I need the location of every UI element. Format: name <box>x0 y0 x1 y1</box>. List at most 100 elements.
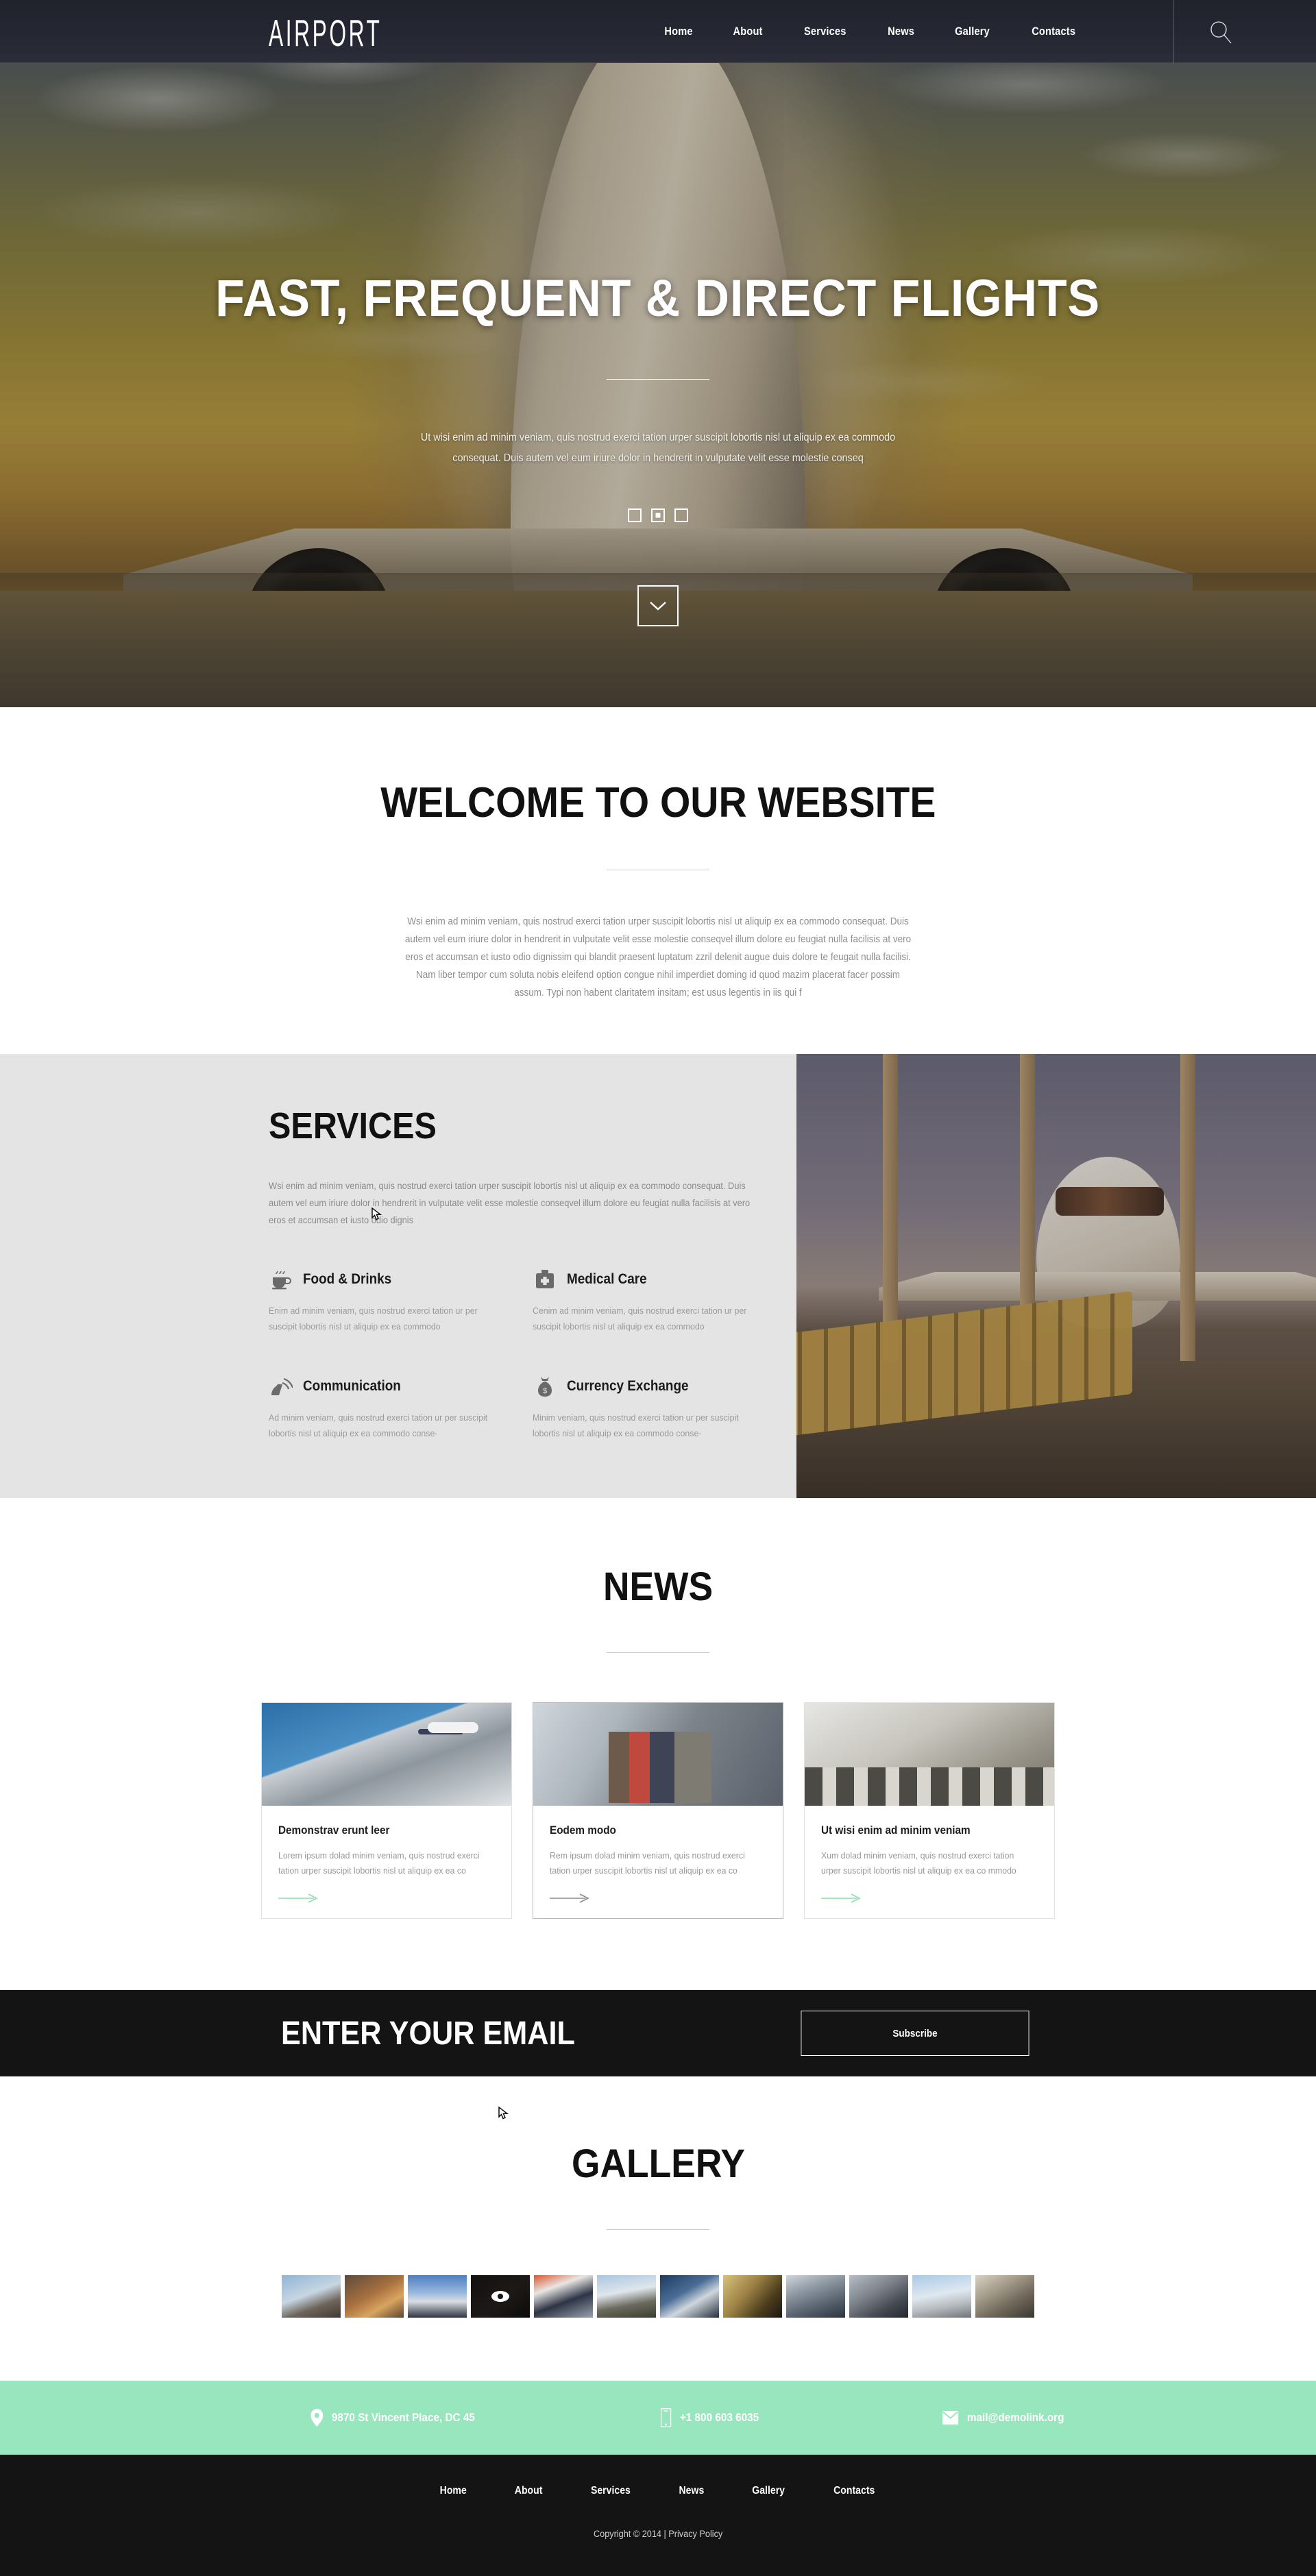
gallery-thumb[interactable] <box>912 2275 971 2318</box>
slider-dot-3[interactable] <box>674 508 688 522</box>
footer-nav-news[interactable]: News <box>659 2485 723 2497</box>
service-title: Food & Drinks <box>303 1271 392 1287</box>
footer-nav-services[interactable]: Services <box>572 2485 650 2497</box>
gallery-thumb[interactable] <box>597 2275 656 2318</box>
gallery-section: GALLERY <box>0 2076 1316 2381</box>
page-root: AIRPORT Home About Services News Gallery… <box>0 0 1316 2576</box>
news-card[interactable]: Eodem modo Rem ipsum dolad minim veniam,… <box>533 1702 783 1919</box>
news-divider <box>607 1652 709 1653</box>
nav-item-home[interactable]: Home <box>649 25 708 38</box>
copyright-text[interactable]: Copyright © 2014 | Privacy Policy <box>594 2529 722 2539</box>
gallery-thumb[interactable] <box>534 2275 593 2318</box>
service-item-currency-exchange[interactable]: $ Currency Exchange Minim veniam, quis n… <box>533 1374 796 1441</box>
money-bag-icon: $ <box>533 1374 557 1399</box>
gallery-thumb[interactable] <box>975 2275 1034 2318</box>
hero-divider <box>607 379 709 380</box>
nav-item-services[interactable]: Services <box>789 25 862 38</box>
news-card-read-more-arrow-icon[interactable] <box>821 1893 861 1903</box>
gallery-thumb[interactable] <box>282 2275 341 2318</box>
gallery-thumb[interactable] <box>723 2275 782 2318</box>
service-heading: $ Currency Exchange <box>533 1374 796 1399</box>
news-card-read-more-arrow-icon[interactable] <box>278 1893 318 1903</box>
scroll-down-button[interactable] <box>637 585 679 626</box>
subscribe-button[interactable]: Subscribe <box>801 2011 1029 2056</box>
gallery-thumb[interactable] <box>786 2275 845 2318</box>
services-grid: Food & Drinks Enim ad minim veniam, quis… <box>269 1267 796 1441</box>
services-photo <box>796 1054 1316 1498</box>
gallery-thumb-hovered[interactable] <box>471 2275 530 2318</box>
news-title: NEWS <box>602 1565 714 1609</box>
news-card-image <box>533 1703 783 1806</box>
service-item-food-drinks[interactable]: Food & Drinks Enim ad minim veniam, quis… <box>269 1267 533 1334</box>
news-card-body: Eodem modo Rem ipsum dolad minim veniam,… <box>533 1806 783 1918</box>
service-heading: Food & Drinks <box>269 1267 533 1292</box>
services-title: SERVICES <box>269 1105 437 1146</box>
gallery-thumb[interactable] <box>660 2275 719 2318</box>
contact-email[interactable]: mail@demolink.org <box>942 2411 1064 2425</box>
footer-nav-gallery[interactable]: Gallery <box>733 2485 804 2497</box>
footer-nav-home[interactable]: Home <box>421 2485 486 2497</box>
hero-title: FAST, FREQUENT & DIRECT FLIGHTS <box>215 269 1101 328</box>
service-title: Communication <box>303 1378 401 1394</box>
news-card-text: Lorem ipsum dolad minim veniam, quis nos… <box>278 1850 480 1876</box>
news-card-text: Xum dolad minim veniam, quis nostrud exe… <box>821 1850 1016 1876</box>
map-pin-icon <box>310 2409 324 2427</box>
service-text: Minim veniam, quis nostrud exerci tation… <box>533 1412 739 1438</box>
phone-icon <box>661 2408 672 2427</box>
svg-text:$: $ <box>543 1387 547 1395</box>
services-photo-tint <box>796 1054 1316 1498</box>
news-card-text: Rem ipsum dolad minim veniam, quis nostr… <box>550 1850 745 1876</box>
news-card-body: Ut wisi enim ad minim veniam Xum dolad m… <box>805 1806 1054 1918</box>
service-heading: Communication <box>269 1374 533 1399</box>
news-card-body: Demonstrav erunt leer Lorem ipsum dolad … <box>262 1806 511 1918</box>
envelope-icon <box>942 2411 959 2425</box>
subscribe-title: ENTER YOUR EMAIL <box>281 2015 575 2052</box>
news-section: NEWS Demonstrav erunt leer Lorem ipsum d… <box>0 1498 1316 1990</box>
site-logo[interactable]: AIRPORT <box>269 12 382 56</box>
footer-nav-contacts[interactable]: Contacts <box>814 2485 894 2497</box>
nav-item-gallery[interactable]: Gallery <box>940 25 1006 38</box>
gallery-title: GALLERY <box>571 2142 745 2186</box>
contact-bar: 9870 St Vincent Place, DC 45 +1 800 603 … <box>0 2381 1316 2455</box>
service-item-medical-care[interactable]: Medical Care Cenim ad minim veniam, quis… <box>533 1267 796 1334</box>
contact-phone[interactable]: +1 800 603 6035 <box>661 2408 759 2427</box>
gallery-thumb[interactable] <box>849 2275 908 2318</box>
service-title: Medical Care <box>567 1271 647 1287</box>
news-card-read-more-arrow-icon[interactable] <box>550 1893 589 1903</box>
service-item-communication[interactable]: Communication Ad minim veniam, quis nost… <box>269 1374 533 1441</box>
gallery-divider <box>607 2229 709 2230</box>
footer-navigation: Home About Services News Gallery Contact… <box>0 2485 1316 2497</box>
services-text-column: SERVICES Wsi enim ad minim veniam, quis … <box>269 1105 796 1441</box>
subscribe-section: ENTER YOUR EMAIL Subscribe <box>0 1990 1316 2076</box>
service-text: Cenim ad minim veniam, quis nostrud exer… <box>533 1305 747 1332</box>
services-description: Wsi enim ad minim veniam, quis nostrud e… <box>269 1181 751 1225</box>
welcome-section: WELCOME TO OUR WEBSITE Wsi enim ad minim… <box>0 707 1316 1054</box>
gallery-thumb[interactable] <box>345 2275 404 2318</box>
slider-dot-2-active[interactable] <box>651 508 665 522</box>
news-card-title: Eodem modo <box>550 1824 616 1837</box>
footer-nav-about[interactable]: About <box>496 2485 562 2497</box>
news-card-title: Demonstrav erunt leer <box>278 1824 390 1837</box>
contact-address-text: 9870 St Vincent Place, DC 45 <box>331 2411 475 2424</box>
contact-address[interactable]: 9870 St Vincent Place, DC 45 <box>310 2409 475 2427</box>
header-divider <box>1173 0 1174 63</box>
gallery-thumb[interactable] <box>408 2275 467 2318</box>
satellite-dish-icon <box>269 1374 293 1399</box>
hero-slider-pagination <box>628 508 688 522</box>
news-card-title: Ut wisi enim ad minim veniam <box>821 1824 971 1837</box>
nav-item-contacts[interactable]: Contacts <box>1016 25 1091 38</box>
search-icon[interactable] <box>1206 18 1235 47</box>
slider-dot-1[interactable] <box>628 508 642 522</box>
site-header: AIRPORT Home About Services News Gallery… <box>0 0 1316 63</box>
welcome-title: WELCOME TO OUR WEBSITE <box>380 779 936 826</box>
news-card[interactable]: Demonstrav erunt leer Lorem ipsum dolad … <box>261 1702 512 1919</box>
service-title: Currency Exchange <box>567 1378 689 1394</box>
news-card[interactable]: Ut wisi enim ad minim veniam Xum dolad m… <box>804 1702 1055 1919</box>
medical-kit-icon <box>533 1267 557 1292</box>
nav-item-about[interactable]: About <box>718 25 778 38</box>
primary-navigation: Home About Services News Gallery Contact… <box>644 0 1097 63</box>
services-section: SERVICES Wsi enim ad minim veniam, quis … <box>0 1054 1316 1498</box>
news-card-image <box>805 1703 1054 1806</box>
nav-item-news[interactable]: News <box>873 25 930 38</box>
welcome-body-text: Wsi enim ad minim veniam, quis nostrud e… <box>404 916 912 998</box>
